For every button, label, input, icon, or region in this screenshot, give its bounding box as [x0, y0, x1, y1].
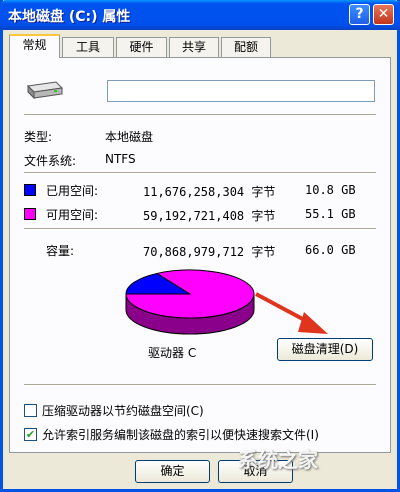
free-space-bytes: 59,192,721,408 字节	[143, 209, 276, 223]
type-label: 类型:	[24, 130, 53, 144]
ok-button[interactable]: 确定	[135, 460, 210, 483]
compress-checkbox[interactable]	[24, 404, 37, 417]
hard-drive-icon	[26, 81, 64, 100]
general-panel: 类型: 本地磁盘 文件系统: NTFS 已用空间: 11,676,258,304…	[9, 57, 391, 453]
tab-quota[interactable]: 配额	[221, 37, 271, 57]
compress-label[interactable]: 压缩驱动器以节约磁盘空间(C)	[42, 402, 204, 419]
tab-strip: 常规 工具 硬件 共享 配额	[9, 34, 393, 58]
used-space-bytes: 11,676,258,304 字节	[143, 185, 276, 199]
type-value: 本地磁盘	[105, 130, 154, 144]
capacity-label: 容量:	[46, 244, 75, 258]
index-label[interactable]: 允许索引服务编制该磁盘的索引以便快速搜索文件(I)	[42, 426, 319, 443]
divider	[24, 114, 376, 116]
disk-cleanup-button[interactable]: 磁盘清理(D)	[277, 338, 373, 361]
capacity-bytes: 70,868,979,712 字节	[143, 245, 276, 259]
tab-general[interactable]: 常规	[9, 34, 60, 58]
used-space-label: 已用空间:	[46, 184, 99, 198]
capacity-size: 66.0 GB	[305, 243, 356, 257]
tab-tools[interactable]: 工具	[62, 37, 114, 57]
tab-hardware[interactable]: 硬件	[116, 37, 167, 57]
drive-label: 驱动器 C	[148, 346, 197, 360]
filesystem-value: NTFS	[105, 152, 136, 166]
drive-name-input[interactable]	[107, 80, 375, 102]
divider	[24, 384, 376, 386]
index-checkbox[interactable]: ✔	[24, 428, 37, 441]
title-bar[interactable]: 本地磁盘 (C:) 属性 ? ✕	[0, 0, 400, 30]
watermark: 系统之家	[238, 448, 318, 472]
used-space-swatch	[24, 184, 36, 196]
free-space-size: 55.1 GB	[305, 207, 356, 221]
tab-sharing[interactable]: 共享	[169, 37, 219, 57]
divider	[24, 172, 376, 174]
disk-usage-pie-chart	[125, 269, 255, 335]
used-space-size: 10.8 GB	[305, 183, 356, 197]
pointer-arrow	[255, 292, 328, 334]
free-space-label: 可用空间:	[46, 208, 99, 222]
close-button[interactable]: ✕	[373, 4, 394, 25]
help-button[interactable]: ?	[349, 4, 370, 25]
filesystem-label: 文件系统:	[24, 154, 77, 168]
window-title: 本地磁盘 (C:) 属性	[8, 9, 131, 25]
properties-window: 本地磁盘 (C:) 属性 ? ✕ 常规 工具 硬件 共享 配额 类型: 本地磁盘…	[0, 0, 400, 492]
free-space-swatch	[24, 208, 36, 220]
divider	[24, 228, 376, 230]
